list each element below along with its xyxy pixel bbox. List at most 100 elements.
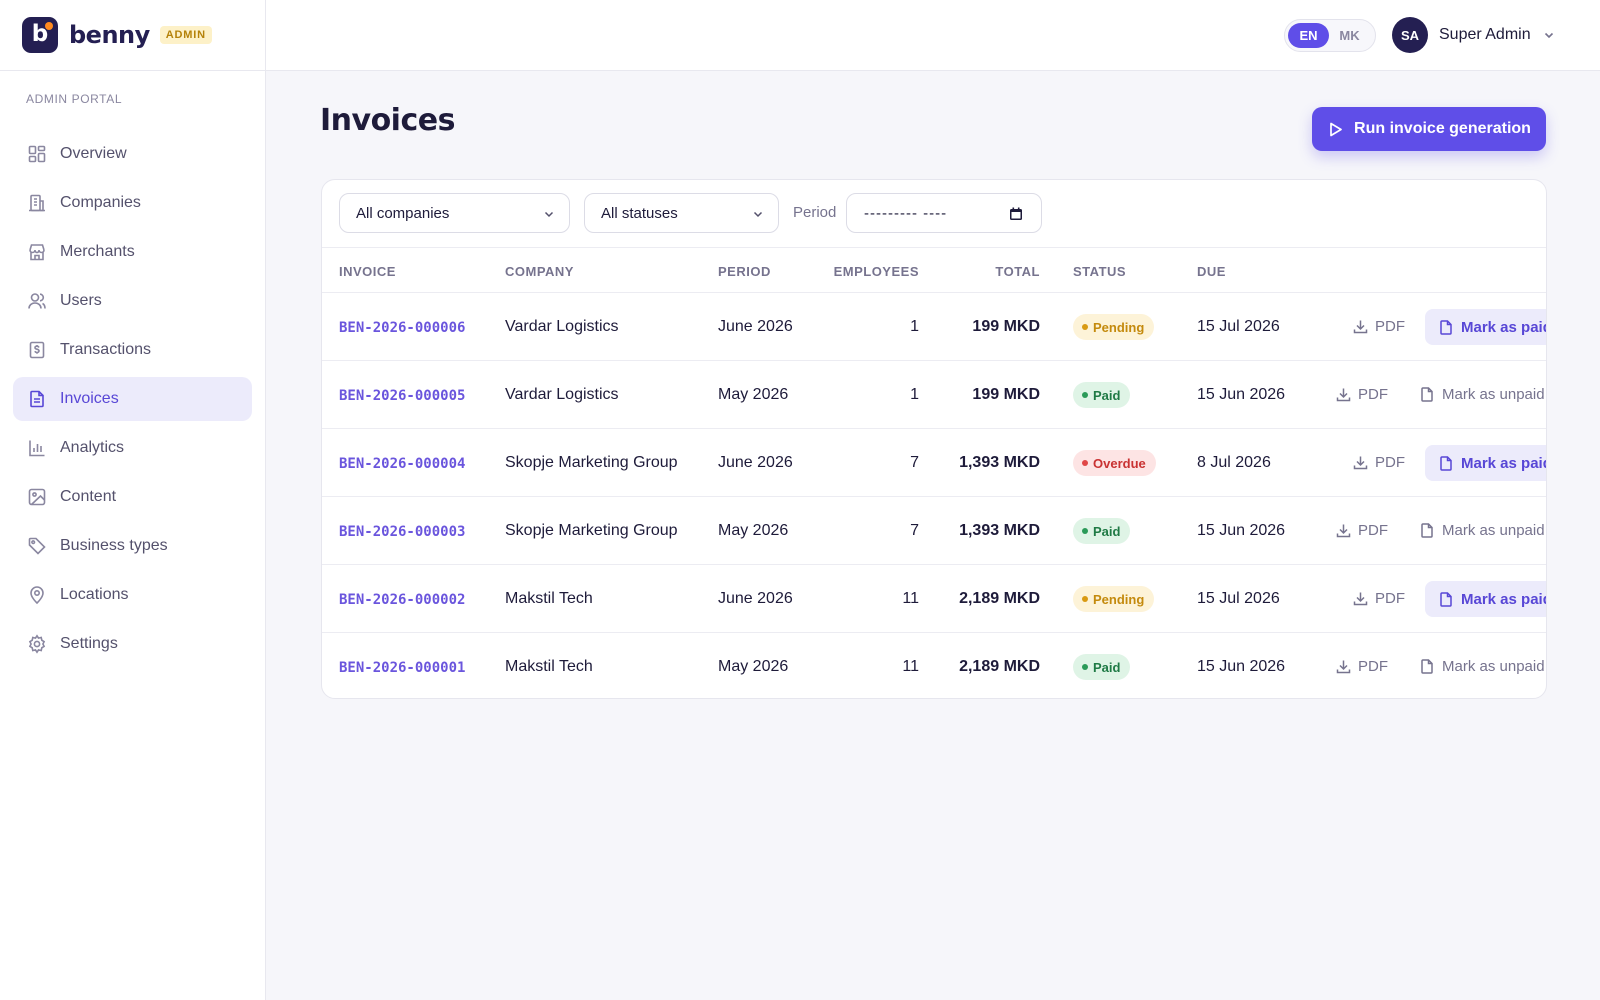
building-icon (29, 194, 45, 212)
sidebar-item-invoices[interactable]: Invoices (13, 377, 252, 421)
mark-as-paid-button[interactable]: Mark as paid (1425, 309, 1546, 345)
chevron-down-icon (753, 211, 763, 218)
status-dot (1082, 664, 1088, 670)
invoice-number-link[interactable]: BEN-2026-000001 (339, 660, 465, 676)
sidebar-item-locations[interactable]: Locations (13, 573, 252, 617)
run-invoice-generation-button[interactable]: Run invoice generation (1312, 107, 1546, 151)
period-input-value: --------- ---- (864, 204, 948, 222)
company-name: Skopje Marketing Group (505, 454, 678, 471)
company-name: Vardar Logistics (505, 318, 619, 335)
bar-chart-icon (29, 440, 45, 457)
gear-icon (28, 634, 46, 654)
download-pdf-button[interactable]: PDF (1336, 386, 1388, 403)
mark-as-paid-button[interactable]: Mark as paid (1425, 445, 1546, 481)
user-menu[interactable]: SA Super Admin (1392, 17, 1555, 53)
pdf-label: PDF (1358, 522, 1388, 539)
invoices-card: All companies All statuses Period ------… (321, 179, 1547, 699)
table-row: BEN-2026-000004 Skopje Marketing Group J… (322, 429, 1546, 497)
status-text: Paid (1093, 659, 1121, 675)
grid-icon (28, 145, 46, 163)
mark-as-unpaid-button[interactable]: Mark as unpaid (1420, 658, 1545, 675)
download-pdf-button[interactable]: PDF (1353, 454, 1405, 471)
avatar: SA (1392, 17, 1428, 53)
sidebar-item-label: Business types (60, 537, 168, 554)
invoice-number-link[interactable]: BEN-2026-000006 (339, 320, 465, 336)
status-filter-select[interactable]: All statuses (584, 193, 779, 233)
status-text: Pending (1093, 319, 1145, 335)
mark-button-label: Mark as paid (1461, 590, 1547, 608)
company-name: Skopje Marketing Group (505, 522, 678, 539)
download-icon (1353, 592, 1368, 606)
invoice-period: May 2026 (718, 386, 789, 403)
column-header-employees[interactable]: EMPLOYEES (834, 264, 919, 279)
table-body: BEN-2026-000006 Vardar Logistics June 20… (322, 293, 1547, 698)
run-button-label: Run invoice generation (1354, 120, 1531, 137)
file-icon (1440, 591, 1452, 607)
column-header-total[interactable]: TOTAL (995, 264, 1040, 279)
sidebar-item-companies[interactable]: Companies (13, 181, 252, 225)
download-pdf-button[interactable]: PDF (1336, 522, 1388, 539)
employee-count: 11 (902, 658, 919, 675)
sidebar-item-content[interactable]: Content (13, 475, 252, 519)
brand[interactable]: b benny ADMIN (0, 0, 265, 71)
mark-as-paid-button[interactable]: Mark as paid (1425, 581, 1547, 617)
language-en-option[interactable]: EN (1288, 23, 1329, 48)
sidebar-item-transactions[interactable]: Transactions (13, 328, 252, 372)
users-icon (28, 293, 46, 309)
employee-count: 7 (910, 522, 919, 539)
sidebar-item-overview[interactable]: Overview (13, 132, 252, 176)
company-name: Makstil Tech (505, 590, 593, 607)
sidebar: b benny ADMIN ADMIN PORTAL Overview Comp… (0, 0, 266, 1000)
sidebar-item-label: Locations (60, 586, 129, 603)
sidebar-item-users[interactable]: Users (13, 279, 252, 323)
invoice-number-link[interactable]: BEN-2026-000005 (339, 388, 465, 404)
company-filter-select[interactable]: All companies (339, 193, 570, 233)
document-icon (30, 390, 44, 408)
download-pdf-button[interactable]: PDF (1353, 590, 1405, 607)
invoice-period: June 2026 (718, 454, 793, 471)
mark-button-label: Mark as unpaid (1442, 522, 1545, 539)
sidebar-item-analytics[interactable]: Analytics (13, 426, 252, 470)
download-icon (1336, 524, 1351, 538)
mark-as-unpaid-button[interactable]: Mark as unpaid (1420, 386, 1545, 403)
sidebar-item-settings[interactable]: Settings (13, 622, 252, 666)
language-mk-option[interactable]: MK (1329, 23, 1370, 48)
brand-name: benny (69, 21, 150, 49)
sidebar-item-label: Analytics (60, 439, 125, 456)
employee-count: 7 (910, 454, 919, 471)
column-header-period[interactable]: PERIOD (718, 264, 771, 279)
admin-badge: ADMIN (159, 26, 212, 44)
file-icon (1440, 319, 1452, 335)
logo: b (22, 17, 58, 53)
invoice-number-link[interactable]: BEN-2026-000004 (339, 456, 465, 472)
due-date: 15 Jul 2026 (1197, 590, 1280, 607)
due-date: 8 Jul 2026 (1197, 454, 1271, 471)
period-month-input[interactable]: --------- ---- (846, 193, 1042, 233)
sidebar-item-merchants[interactable]: Merchants (13, 230, 252, 274)
sidebar-item-label: Content (60, 488, 117, 505)
status-badge: Pending (1073, 314, 1155, 340)
status-dot (1082, 324, 1088, 330)
mark-as-unpaid-button[interactable]: Mark as unpaid (1420, 522, 1545, 539)
calendar-icon[interactable] (1009, 207, 1023, 221)
column-header-invoice[interactable]: INVOICE (339, 264, 396, 279)
download-pdf-button[interactable]: PDF (1353, 318, 1405, 335)
invoice-number-link[interactable]: BEN-2026-000002 (339, 592, 465, 608)
download-pdf-button[interactable]: PDF (1336, 658, 1388, 675)
sidebar-item-business-types[interactable]: Business types (13, 524, 252, 568)
sidebar-item-label: Settings (60, 635, 118, 652)
pdf-label: PDF (1375, 590, 1405, 607)
status-dot (1082, 392, 1088, 398)
invoice-total: 1,393 MKD (959, 522, 1040, 539)
invoice-total: 2,189 MKD (959, 658, 1040, 675)
status-text: Overdue (1093, 455, 1146, 471)
play-icon (1330, 122, 1342, 136)
column-header-status[interactable]: STATUS (1073, 264, 1126, 279)
sidebar-item-label: Users (60, 292, 102, 309)
column-header-company[interactable]: COMPANY (505, 264, 574, 279)
column-header-due[interactable]: DUE (1197, 264, 1226, 279)
status-badge: Pending (1073, 586, 1155, 612)
sidebar-item-label: Companies (60, 194, 141, 211)
invoice-number-link[interactable]: BEN-2026-000003 (339, 524, 465, 540)
employee-count: 11 (902, 590, 919, 607)
